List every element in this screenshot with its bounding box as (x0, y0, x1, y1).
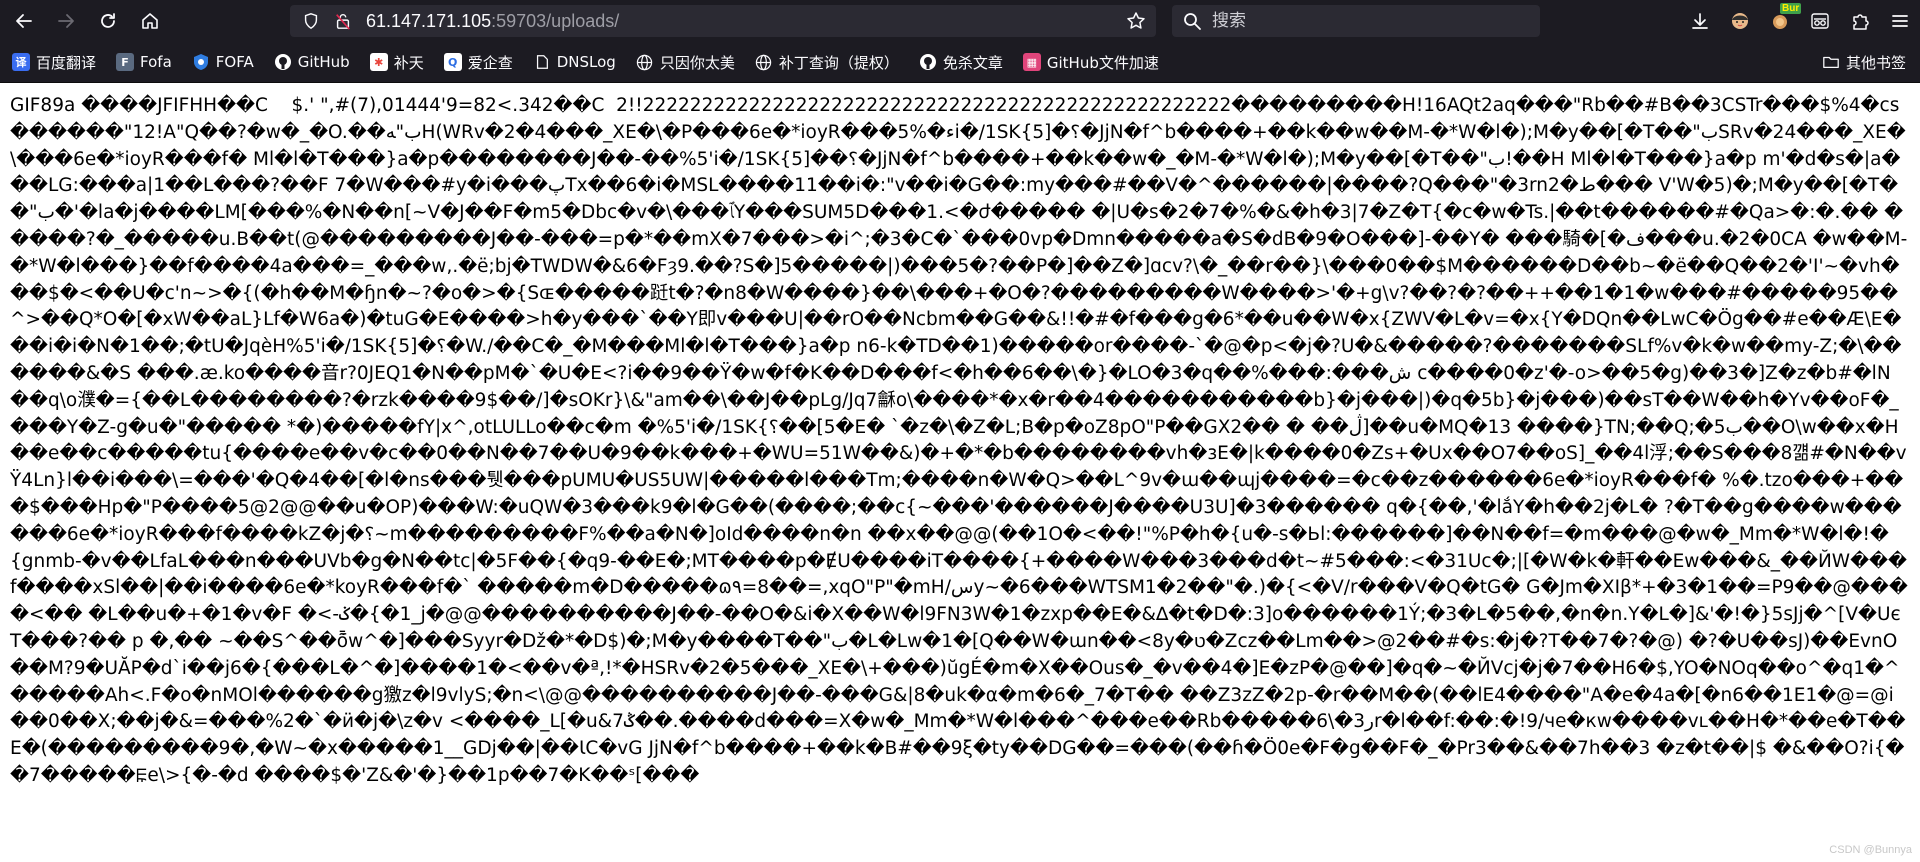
burp-suite-icon (1773, 15, 1787, 29)
github-icon (274, 53, 292, 71)
bookmark-zhiyinnitaimei[interactable]: 只因你太美 (628, 47, 743, 77)
cartoon-avatar-icon (1732, 13, 1748, 29)
bookmark-star-icon[interactable] (1126, 11, 1146, 31)
bookmark-dnslog[interactable]: DNSLog (525, 47, 624, 77)
insecure-lock-icon[interactable] (332, 10, 354, 32)
bookmark-label: GitHub (297, 53, 350, 71)
reload-button[interactable] (90, 3, 126, 39)
downloads-button[interactable] (1680, 1, 1720, 41)
watermark: CSDN @Bunnya (1829, 844, 1912, 856)
bookmark-label: GitHub文件加速 (1046, 53, 1159, 72)
browser-toolbar: 61.147.171.105:59703/uploads/ Bur (0, 0, 1920, 42)
glasses-icon (1811, 13, 1829, 29)
page-content: GIF89a ����JFIFHH��C $.' ",#(7),01444'9=… (0, 83, 1920, 862)
home-icon (142, 13, 158, 29)
search-icon (1184, 13, 1201, 30)
bookmark-miansha[interactable]: 免杀文章 (911, 47, 1011, 77)
bookmark-label: DNSLog (556, 53, 616, 71)
bookmark-label: Fofa (140, 53, 172, 71)
fofa-shield-icon (192, 53, 210, 71)
download-icon (1692, 13, 1708, 29)
bookmarks-toolbar: 译 百度翻译 F Fofa FOFA GitHub ✱ 补天 Q 爱企查 DNS… (0, 42, 1920, 83)
back-button[interactable] (6, 3, 42, 39)
search-input[interactable] (1210, 10, 1514, 32)
puzzle-icon (1853, 14, 1869, 30)
home-button[interactable] (132, 3, 168, 39)
forward-button[interactable] (48, 3, 84, 39)
bookmark-label: 补丁查询（提权） (778, 53, 899, 72)
hamburger-menu-icon (1892, 15, 1908, 27)
dnslog-icon (533, 53, 551, 71)
bookmark-label: 免杀文章 (942, 53, 1003, 72)
bookmark-github-accelerate[interactable]: ▦ GitHub文件加速 (1015, 47, 1167, 77)
bookmark-label: FOFA (215, 53, 254, 71)
extension-badge: Bur (1780, 3, 1802, 14)
url-text[interactable]: 61.147.171.105:59703/uploads/ (366, 11, 619, 32)
bookmark-patch-query[interactable]: 补丁查询（提权） (747, 47, 907, 77)
aiqicha-icon: Q (443, 53, 462, 71)
raw-file-text: GIF89a ����JFIFHH��C $.' ",#(7),01444'9=… (10, 95, 1908, 786)
bookmark-label: 爱企查 (467, 53, 513, 72)
url-bar[interactable]: 61.147.171.105:59703/uploads/ (290, 5, 1156, 37)
bookmark-label: 百度翻译 (36, 53, 97, 72)
shield-icon[interactable] (300, 10, 322, 32)
bookmark-label: 只因你太美 (659, 53, 735, 72)
accelerate-icon: ▦ (1022, 53, 1041, 71)
incognito-extension-button[interactable] (1800, 1, 1840, 41)
folder-icon (1823, 56, 1839, 69)
bookmark-fofa-upper[interactable]: FOFA (184, 47, 262, 77)
reload-icon (101, 13, 115, 28)
bookmark-baidu-fanyi[interactable]: 译 百度翻译 (4, 47, 104, 77)
butian-icon: ✱ (369, 53, 388, 71)
bookmark-fofa[interactable]: F Fofa (108, 47, 180, 77)
translate-icon: 译 (12, 53, 30, 71)
url-host: 61.147.171.105 (366, 10, 492, 31)
bookmark-label: 补天 (393, 53, 424, 72)
bookmark-aiqicha[interactable]: Q 爱企查 (436, 47, 521, 77)
globe-icon (636, 53, 654, 71)
globe-icon (755, 53, 773, 71)
search-bar[interactable] (1172, 5, 1540, 37)
arrow-left-icon (16, 14, 32, 28)
extension-avatar-button[interactable] (1720, 1, 1760, 41)
fofa-icon: F (116, 53, 135, 71)
github-icon (919, 53, 937, 71)
arrow-right-icon (58, 14, 74, 28)
extensions-button[interactable] (1840, 1, 1880, 41)
url-port-path: :59703/uploads/ (491, 10, 620, 31)
bookmark-github[interactable]: GitHub (266, 47, 358, 77)
burp-extension-button[interactable]: Bur (1760, 1, 1802, 41)
other-bookmarks[interactable]: 其他书签 (1822, 47, 1906, 77)
other-bookmarks-label: 其他书签 (1845, 53, 1906, 72)
bookmark-butian[interactable]: ✱ 补天 (362, 47, 432, 77)
app-menu-button[interactable] (1880, 1, 1920, 41)
toolbar-right: Bur (1680, 0, 1920, 42)
